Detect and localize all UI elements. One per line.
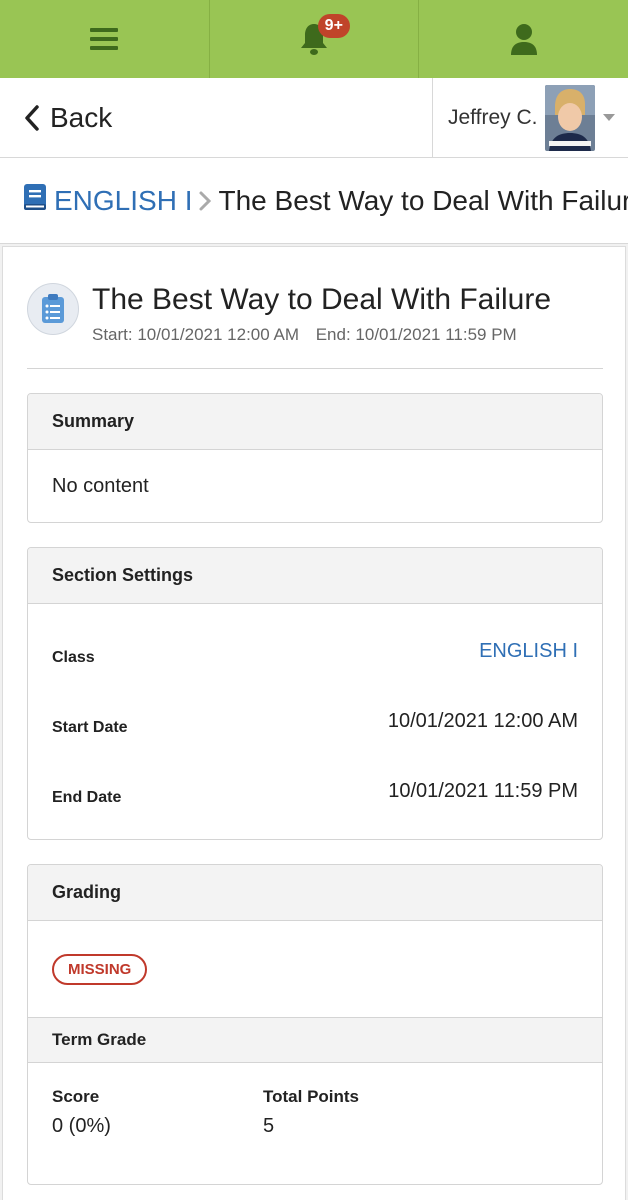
section-settings-heading: Section Settings	[28, 548, 602, 604]
start-date-text: Start: 10/01/2021 12:00 AM	[92, 325, 299, 344]
section-settings-panel: Section Settings Class ENGLISH I Start D…	[27, 547, 603, 840]
score-label: Score	[52, 1087, 100, 1106]
end-date-value: 10/01/2021 11:59 PM	[388, 779, 578, 802]
settings-row-class: Class ENGLISH I	[52, 616, 602, 686]
score-value: 0 (0%)	[52, 1115, 111, 1137]
assignment-card: The Best Way to Deal With Failure Start:…	[2, 246, 626, 1200]
user-switcher[interactable]: Jeffrey C.	[432, 78, 628, 157]
status-badge: MISSING	[52, 953, 148, 985]
hamburger-icon	[90, 28, 119, 50]
back-button[interactable]: Back	[0, 78, 432, 157]
chevron-down-icon	[603, 114, 616, 121]
settings-row-start-date: Start Date 10/01/2021 12:00 AM	[52, 686, 602, 756]
total-points-label: Total Points	[263, 1087, 360, 1106]
score-row: Score 0 (0%) Total Points 5	[28, 1063, 602, 1138]
end-date-label: End Date	[52, 789, 122, 806]
grading-heading: Grading	[28, 865, 602, 921]
summary-heading: Summary	[28, 394, 602, 450]
summary-panel: Summary No content	[27, 393, 603, 523]
class-label: Class	[52, 649, 95, 666]
breadcrumb: ENGLISH I The Best Way to Deal With Fail…	[0, 158, 628, 244]
assignment-header: The Best Way to Deal With Failure Start:…	[27, 283, 603, 369]
top-nav: 9+	[0, 0, 628, 78]
settings-row-end-date: End Date 10/01/2021 11:59 PM	[52, 756, 602, 826]
class-link[interactable]: ENGLISH I	[479, 640, 578, 663]
term-grade-heading: Term Grade	[28, 1017, 602, 1063]
chevron-right-icon	[198, 190, 212, 212]
start-date-label: Start Date	[52, 719, 128, 736]
book-icon	[22, 183, 48, 218]
summary-content: No content	[52, 474, 149, 497]
page-title: The Best Way to Deal With Failure	[92, 283, 552, 316]
notification-badge: 9+	[317, 14, 350, 38]
clipboard-icon	[27, 283, 79, 335]
user-name: Jeffrey C.	[448, 105, 538, 129]
total-points-value: 5	[263, 1115, 275, 1137]
person-icon	[510, 24, 537, 55]
assignment-dates: Start: 10/01/2021 12:00 AM End: 10/01/20…	[92, 325, 517, 345]
end-date-text: End: 10/01/2021 11:59 PM	[315, 325, 517, 344]
chevron-left-icon	[24, 104, 40, 131]
back-bar: Back Jeffrey C.	[0, 78, 628, 158]
menu-button[interactable]	[0, 0, 210, 78]
grading-panel: Grading MISSING Term Grade Score 0 (0%) …	[27, 864, 603, 1185]
start-date-value: 10/01/2021 12:00 AM	[387, 709, 578, 732]
profile-button[interactable]	[419, 0, 628, 78]
avatar	[545, 84, 596, 151]
back-label: Back	[50, 101, 113, 133]
breadcrumb-current: The Best Way to Deal With Failure	[218, 184, 628, 216]
notifications-button[interactable]: 9+	[210, 0, 420, 78]
breadcrumb-course-link[interactable]: ENGLISH I	[54, 185, 192, 217]
